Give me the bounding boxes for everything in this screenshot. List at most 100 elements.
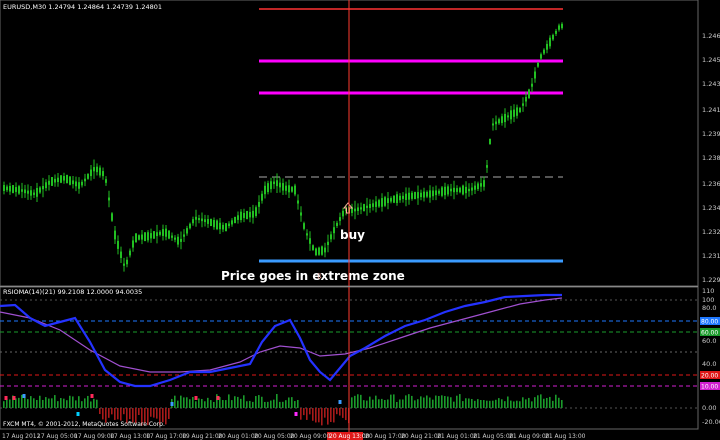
histogram-bar [138, 408, 140, 416]
histogram-bar [312, 408, 314, 421]
histogram-bar [423, 397, 425, 408]
histogram-bar [327, 408, 329, 425]
histogram-bar [24, 396, 26, 408]
histogram-bar [450, 397, 452, 408]
histogram-bar [81, 401, 83, 408]
histogram-bar [300, 408, 302, 420]
histogram-bar [531, 401, 533, 408]
histogram-bar [468, 398, 470, 408]
histogram-bar [153, 408, 155, 418]
histogram-bar [45, 397, 47, 408]
time-label: 20 Aug 09:00 [290, 433, 331, 440]
histogram-bar [447, 396, 449, 408]
histogram-bar [30, 396, 32, 408]
histogram-bar [465, 398, 467, 408]
signal-dot [216, 396, 220, 400]
histogram-bar [495, 399, 497, 408]
histogram-bar [333, 408, 335, 423]
histogram-bar [378, 399, 380, 408]
price-tick: 1.23975 [702, 130, 720, 138]
histogram-bar [459, 394, 461, 408]
histogram-bar [75, 400, 77, 408]
histogram-bar [522, 397, 524, 408]
histogram-bar [444, 396, 446, 408]
histogram-bar [561, 400, 563, 408]
histogram-bar [339, 408, 341, 416]
histogram-bar [552, 400, 554, 408]
time-label: 17 Aug 05:00 [37, 433, 78, 440]
histogram-bar [234, 396, 236, 408]
histogram-bar [285, 400, 287, 408]
histogram-bar [519, 401, 521, 408]
histogram-bar [366, 400, 368, 408]
histogram-bar [393, 394, 395, 408]
histogram-bar [513, 401, 515, 408]
histogram-bar [330, 408, 332, 422]
histogram-bar [270, 400, 272, 408]
badge-10-label: 10.00 [701, 384, 718, 391]
histogram-bar [357, 394, 359, 408]
histogram-bar [429, 397, 431, 408]
histogram-bar [54, 395, 56, 408]
histogram-bar [243, 395, 245, 408]
histogram-bar [204, 401, 206, 408]
histogram-bar [282, 401, 284, 408]
histogram-bar [345, 408, 347, 421]
buy-label: buy [340, 228, 365, 242]
price-tick: 1.23600 [702, 180, 720, 188]
histogram-bar [297, 399, 299, 408]
histogram-bar [96, 399, 98, 408]
histogram-bar [288, 397, 290, 408]
histogram-bar [318, 408, 320, 423]
histogram-bar [435, 395, 437, 408]
histogram-bar [186, 397, 188, 408]
histogram-bar [408, 394, 410, 408]
histogram-bar [156, 408, 158, 419]
time-label: 17 Aug 17:00 [146, 433, 187, 440]
histogram-bar [9, 399, 11, 408]
histogram-bar [129, 408, 131, 420]
price-tick: 1.23115 [702, 252, 720, 260]
histogram-bar [225, 400, 227, 408]
histogram-bar [426, 395, 428, 408]
histogram-bar [240, 398, 242, 408]
histogram-bar [99, 408, 101, 415]
chart-background [0, 0, 720, 440]
histogram-bar [306, 408, 308, 420]
histogram-bar [375, 395, 377, 408]
histogram-bar [381, 398, 383, 408]
histogram-bar [516, 400, 518, 408]
indicator-tick: 40.0 [702, 360, 716, 368]
histogram-bar [501, 399, 503, 408]
histogram-bar [546, 397, 548, 408]
trading-chart: EURUSD,M30 1.24794 1.24864 1.24739 1.248… [0, 0, 720, 440]
indicator-tick: 0.00 [702, 404, 716, 412]
histogram-bar [60, 398, 62, 408]
histogram-bar [558, 397, 560, 408]
histogram-bar [87, 395, 89, 408]
histogram-bar [549, 396, 551, 408]
histogram-bar [528, 397, 530, 408]
time-axis: 17 Aug 2012 17 Aug 05:00 17 Aug 09:00 17… [2, 432, 586, 440]
time-label: 20 Aug 01:00 [218, 433, 259, 440]
price-tick: 1.23400 [702, 204, 720, 212]
histogram-bar [360, 394, 362, 408]
time-label: 21 Aug 09:00 [509, 433, 550, 440]
histogram-bar [534, 397, 536, 408]
histogram-bar [555, 394, 557, 408]
histogram-bar [72, 396, 74, 408]
histogram-bar [456, 395, 458, 408]
indicator-tick: 80.0 [702, 304, 716, 312]
histogram-bar [483, 400, 485, 408]
signal-dot [76, 412, 80, 416]
histogram-bar [390, 394, 392, 408]
price-tick: 1.24195 [702, 106, 720, 114]
histogram-bar [480, 399, 482, 408]
time-label: 19 Aug 21:00 [182, 433, 223, 440]
histogram-bar [267, 401, 269, 408]
histogram-bar [180, 395, 182, 408]
symbol-info: EURUSD,M30 1.24794 1.24864 1.24739 1.248… [3, 3, 162, 11]
histogram-bar [387, 399, 389, 408]
histogram-bar [114, 408, 116, 420]
histogram-bar [36, 399, 38, 408]
